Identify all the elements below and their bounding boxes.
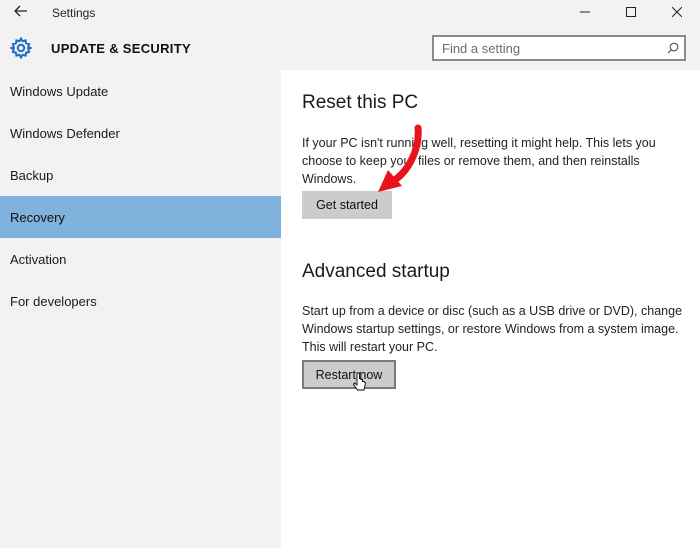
sidebar-item-label: Recovery — [10, 209, 65, 225]
sidebar: Windows Update Windows Defender Backup R… — [0, 70, 281, 548]
minimize-icon — [580, 4, 590, 22]
sidebar-item-recovery[interactable]: Recovery — [0, 196, 281, 238]
reset-heading: Reset this PC — [302, 92, 419, 113]
sidebar-item-label: Activation — [10, 251, 67, 267]
maximize-button[interactable] — [608, 0, 654, 26]
sidebar-item-for-developers[interactable]: For developers — [0, 280, 281, 322]
main-content: Reset this PC If your PC isn't running w… — [281, 70, 700, 548]
window-title: Settings — [52, 6, 96, 20]
sidebar-item-backup[interactable]: Backup — [0, 154, 281, 196]
page-title: UPDATE & SECURITY — [51, 40, 191, 56]
advanced-startup-description: Start up from a device or disc (such as … — [302, 304, 683, 354]
restart-now-button[interactable]: Restart now — [302, 360, 396, 389]
sidebar-item-label: For developers — [10, 293, 97, 309]
title-bar: Settings — [0, 0, 700, 26]
search-box[interactable] — [432, 35, 686, 61]
sidebar-item-windows-update[interactable]: Windows Update — [0, 70, 281, 112]
sidebar-item-label: Backup — [10, 167, 54, 183]
close-button[interactable] — [654, 0, 700, 26]
search-icon[interactable] — [662, 42, 684, 54]
sidebar-item-label: Windows Defender — [10, 125, 120, 141]
reset-description: If your PC isn't running well, resetting… — [302, 136, 656, 186]
advanced-startup-heading: Advanced startup — [302, 261, 450, 282]
sidebar-item-windows-defender[interactable]: Windows Defender — [0, 112, 281, 154]
back-arrow-icon — [14, 4, 28, 22]
get-started-button[interactable]: Get started — [302, 191, 392, 219]
search-input[interactable] — [434, 37, 662, 59]
sidebar-item-label: Windows Update — [10, 83, 109, 99]
settings-header: UPDATE & SECURITY — [0, 26, 700, 70]
gear-icon — [9, 36, 33, 60]
maximize-icon — [626, 4, 636, 22]
window-controls — [562, 0, 700, 26]
sidebar-item-activation[interactable]: Activation — [0, 238, 281, 280]
minimize-button[interactable] — [562, 0, 608, 26]
back-button[interactable] — [0, 0, 42, 26]
close-icon — [671, 4, 683, 22]
